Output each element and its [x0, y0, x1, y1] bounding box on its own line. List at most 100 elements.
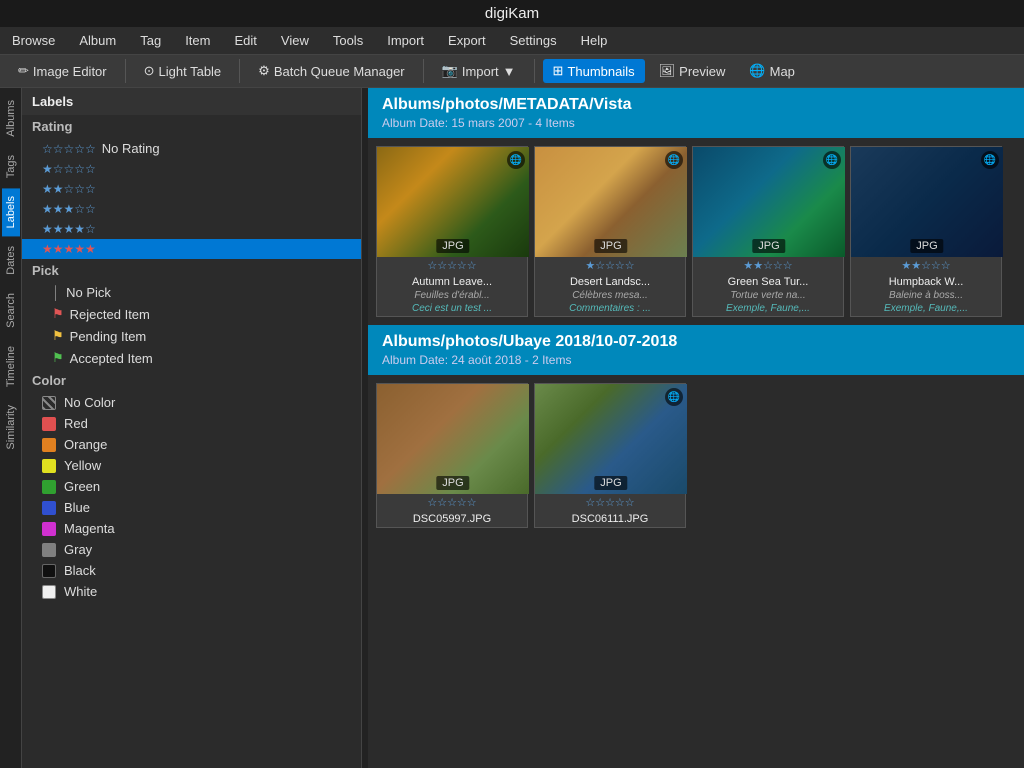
color-green[interactable]: Green — [22, 476, 361, 497]
thumb-whale-comment: Exemple, Faune,... — [851, 303, 1001, 316]
menu-browse[interactable]: Browse — [8, 31, 59, 50]
color-red[interactable]: Red — [22, 413, 361, 434]
thumb-bear-image: JPG — [377, 384, 529, 494]
thumb-bear[interactable]: JPG ☆☆☆☆☆ DSC05997.JPG — [376, 383, 528, 528]
menu-export[interactable]: Export — [444, 31, 490, 50]
light-table-button[interactable]: ⊙ Light Table — [134, 59, 232, 83]
thumb-desert-subtitle: Célèbres mesa... — [535, 290, 685, 303]
right-content: Albums/photos/METADATA/Vista Album Date:… — [368, 88, 1024, 768]
no-color-swatch — [42, 396, 56, 410]
thumb-turtle-subtitle: Tortue verte na... — [693, 290, 843, 303]
thumbnails-button[interactable]: ⊞ Thumbnails — [543, 59, 645, 83]
album-vista-grid: 🌐 JPG ☆☆☆☆☆ Autumn Leave... Feuilles d'é… — [368, 138, 1024, 325]
sidebar-tab-labels[interactable]: Labels — [2, 188, 20, 236]
thumb-desert-stars: ★☆☆☆☆ — [535, 257, 685, 274]
menu-help[interactable]: Help — [577, 31, 612, 50]
menu-album[interactable]: Album — [75, 31, 120, 50]
thumb-turtle-comment: Exemple, Faune,... — [693, 303, 843, 316]
sidebar-tab-tags[interactable]: Tags — [2, 147, 20, 186]
thumb-desert-format: JPG — [594, 239, 627, 253]
magenta-label: Magenta — [64, 521, 115, 536]
menu-settings[interactable]: Settings — [506, 31, 561, 50]
color-white[interactable]: White — [22, 581, 361, 602]
rating-3star[interactable]: ★★★☆☆ — [22, 199, 361, 219]
sidebar-tab-dates[interactable]: Dates — [2, 238, 20, 283]
thumb-autumn-globe-icon: 🌐 — [507, 151, 525, 169]
pick-pending[interactable]: ⚑ Pending Item — [22, 325, 361, 347]
5star-stars: ★★★★★ — [42, 242, 96, 256]
sidebar-tab-timeline[interactable]: Timeline — [2, 338, 20, 395]
rating-4star[interactable]: ★★★★☆ — [22, 219, 361, 239]
thumb-turtle[interactable]: 🌐 JPG ★★☆☆☆ Green Sea Tur... Tortue vert… — [692, 146, 844, 317]
accepted-label: Accepted Item — [70, 351, 153, 366]
thumb-desert-globe-icon: 🌐 — [665, 151, 683, 169]
title-bar: digiKam — [0, 0, 1024, 27]
album-ubaye: Albums/photos/Ubaye 2018/10-07-2018 Albu… — [368, 325, 1024, 536]
toolbar-separator-1 — [125, 59, 126, 83]
menu-view[interactable]: View — [277, 31, 313, 50]
sidebar-tab-albums[interactable]: Albums — [2, 92, 20, 145]
rating-1star[interactable]: ★☆☆☆☆ — [22, 159, 361, 179]
thumb-turtle-image: 🌐 JPG — [693, 147, 845, 257]
pick-no-pick[interactable]: │ No Pick — [22, 282, 361, 303]
rating-2star[interactable]: ★★☆☆☆ — [22, 179, 361, 199]
rejected-flag-icon: ⚑ — [52, 306, 64, 322]
menu-item[interactable]: Item — [181, 31, 214, 50]
color-no-color[interactable]: No Color — [22, 392, 361, 413]
rating-no-rating[interactable]: ☆☆☆☆☆ No Rating — [22, 138, 361, 159]
menu-tag[interactable]: Tag — [136, 31, 165, 50]
map-button[interactable]: 🌐 Map — [739, 59, 804, 83]
thumb-lake-globe-icon: 🌐 — [665, 388, 683, 406]
rating-5star[interactable]: ★★★★★ — [22, 239, 361, 259]
color-gray[interactable]: Gray — [22, 539, 361, 560]
color-subsection-label: Color — [22, 369, 361, 392]
preview-icon: 🖼 — [659, 63, 676, 79]
orange-label: Orange — [64, 437, 107, 452]
thumb-whale-format: JPG — [910, 239, 943, 253]
menu-bar: Browse Album Tag Item Edit View Tools Im… — [0, 27, 1024, 55]
menu-edit[interactable]: Edit — [230, 31, 260, 50]
toolbar-separator-3 — [423, 59, 424, 83]
thumb-autumn-subtitle: Feuilles d'érabl... — [377, 290, 527, 303]
orange-swatch — [42, 438, 56, 452]
menu-tools[interactable]: Tools — [329, 31, 367, 50]
red-label: Red — [64, 416, 88, 431]
thumb-autumn-leaves[interactable]: 🌐 JPG ☆☆☆☆☆ Autumn Leave... Feuilles d'é… — [376, 146, 528, 317]
thumb-autumn-image: 🌐 JPG — [377, 147, 529, 257]
thumb-lake-format: JPG — [594, 476, 627, 490]
menu-import[interactable]: Import — [383, 31, 428, 50]
import-dropdown-icon: ▼ — [503, 64, 516, 79]
album-ubaye-header: Albums/photos/Ubaye 2018/10-07-2018 Albu… — [368, 325, 1024, 375]
thumb-whale[interactable]: 🌐 JPG ★★☆☆☆ Humpback W... Baleine à boss… — [850, 146, 1002, 317]
accepted-flag-icon: ⚑ — [52, 350, 64, 366]
thumb-desert-image: 🌐 JPG — [535, 147, 687, 257]
thumb-turtle-title: Green Sea Tur... — [693, 274, 843, 290]
sidebar-tab-similarity[interactable]: Similarity — [2, 397, 20, 458]
color-blue[interactable]: Blue — [22, 497, 361, 518]
yellow-label: Yellow — [64, 458, 101, 473]
left-panel: Labels Rating ☆☆☆☆☆ No Rating ★☆☆☆☆ ★★☆☆… — [22, 88, 362, 768]
thumbnails-icon: ⊞ — [553, 63, 564, 79]
pending-flag-icon: ⚑ — [52, 328, 64, 344]
labels-header: Labels — [22, 88, 361, 115]
pick-subsection-label: Pick — [22, 259, 361, 282]
preview-button[interactable]: 🖼 Preview — [649, 59, 736, 83]
thumb-whale-stars: ★★☆☆☆ — [851, 257, 1001, 274]
2star-stars: ★★☆☆☆ — [42, 182, 96, 196]
main-layout: Albums Tags Labels Dates Search Timeline… — [0, 88, 1024, 768]
sidebar-tab-search[interactable]: Search — [2, 285, 20, 336]
thumb-lake[interactable]: 🌐 JPG ☆☆☆☆☆ DSC06111.JPG — [534, 383, 686, 528]
color-orange[interactable]: Orange — [22, 434, 361, 455]
batch-queue-button[interactable]: ⚙ Batch Queue Manager — [248, 59, 414, 83]
color-yellow[interactable]: Yellow — [22, 455, 361, 476]
thumb-desert[interactable]: 🌐 JPG ★☆☆☆☆ Desert Landsc... Célèbres me… — [534, 146, 686, 317]
album-vista-title: Albums/photos/METADATA/Vista — [382, 96, 1010, 114]
pick-rejected[interactable]: ⚑ Rejected Item — [22, 303, 361, 325]
light-table-icon: ⊙ — [144, 63, 155, 79]
image-editor-button[interactable]: ✏ Image Editor — [8, 59, 117, 83]
thumb-lake-stars: ☆☆☆☆☆ — [535, 494, 685, 511]
import-button[interactable]: 📷 Import ▼ — [432, 59, 526, 83]
color-black[interactable]: Black — [22, 560, 361, 581]
color-magenta[interactable]: Magenta — [22, 518, 361, 539]
pick-accepted[interactable]: ⚑ Accepted Item — [22, 347, 361, 369]
